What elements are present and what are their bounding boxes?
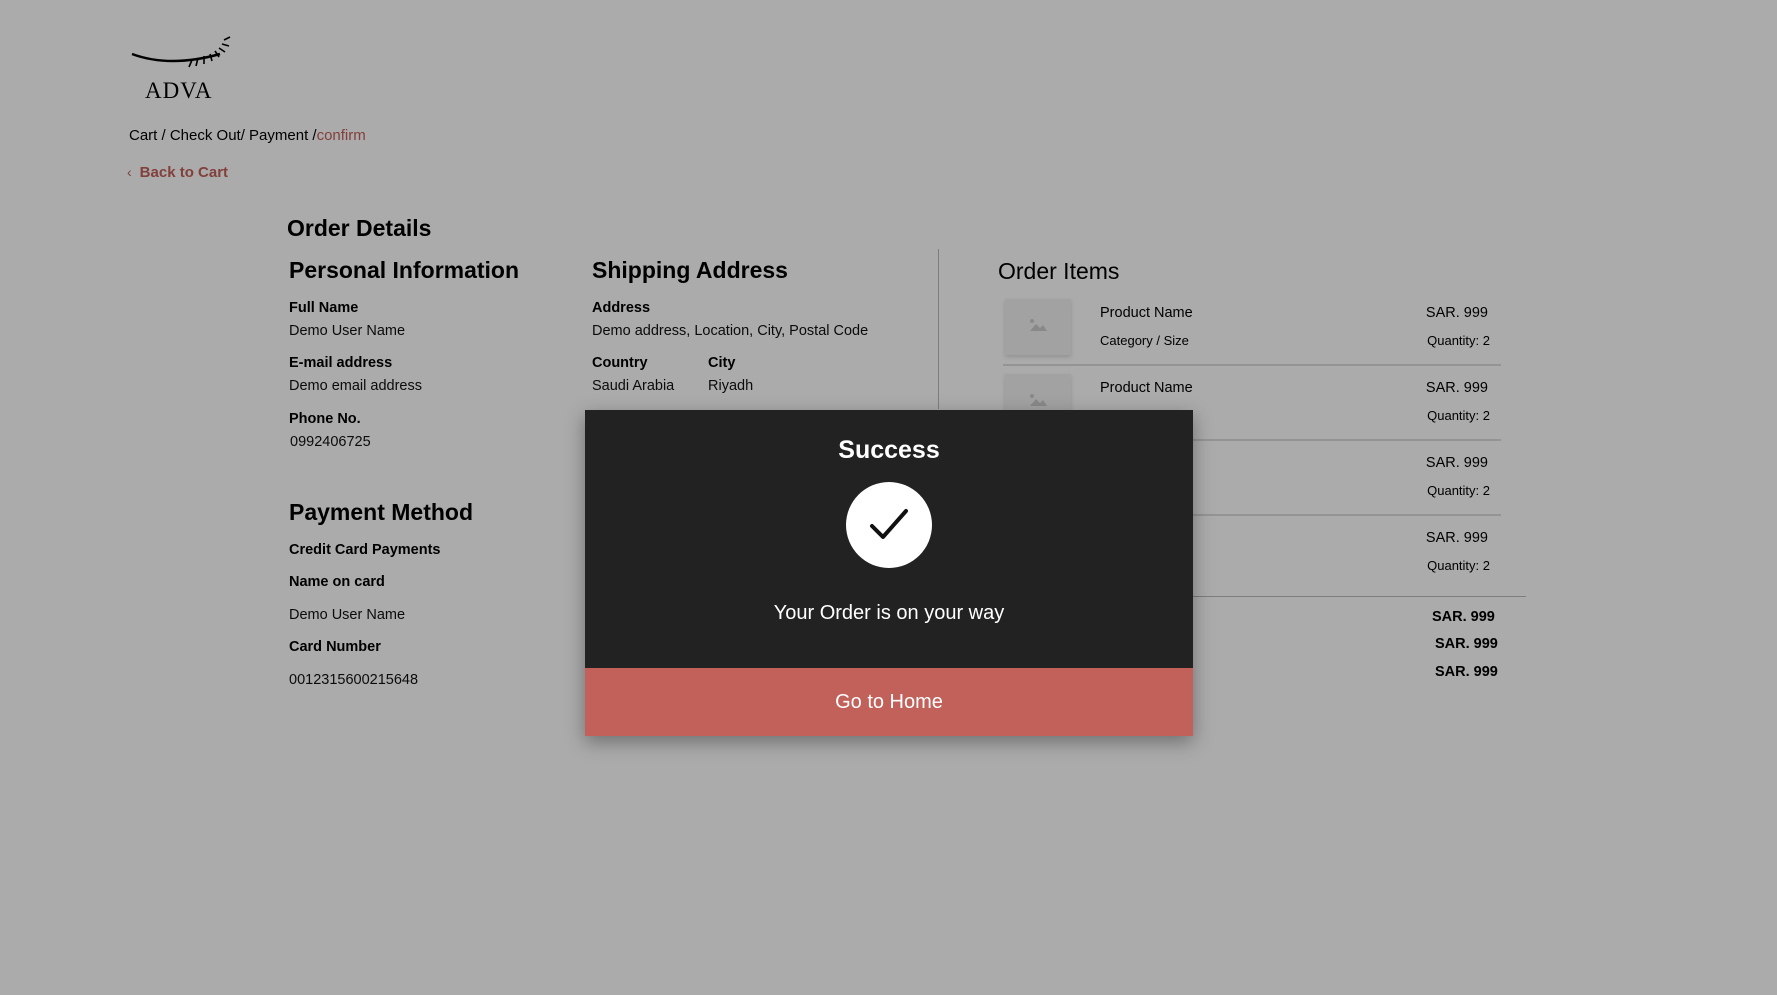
modal-message: Your Order is on your way <box>773 602 1005 624</box>
success-badge <box>846 482 932 568</box>
modal-title: Success <box>838 436 940 464</box>
go-to-home-button[interactable]: Go to Home <box>585 668 1193 736</box>
success-modal: Success Your Order is on your way Go to … <box>585 410 1193 736</box>
checkmark-icon <box>870 509 908 539</box>
